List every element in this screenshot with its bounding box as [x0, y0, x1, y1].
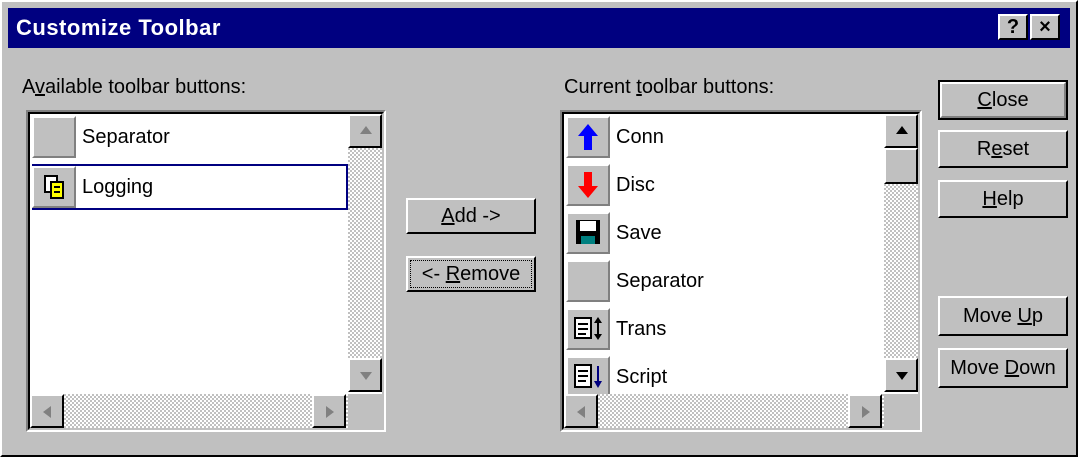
- question-mark-icon: ?: [1006, 16, 1020, 38]
- close-title-button[interactable]: ×: [1030, 14, 1060, 40]
- scroll-corner: [348, 394, 382, 428]
- horizontal-scrollbar[interactable]: [564, 394, 884, 428]
- available-buttons-list[interactable]: Separator Logging: [26, 110, 386, 432]
- list-item[interactable]: Separator: [566, 258, 878, 304]
- list-item-selected[interactable]: Logging: [32, 164, 348, 210]
- vertical-scrollbar[interactable]: [348, 114, 382, 392]
- title-bar[interactable]: Customize Toolbar ? ×: [8, 8, 1070, 48]
- scroll-thumb[interactable]: [884, 148, 918, 184]
- remove-button[interactable]: <- Remove: [406, 256, 536, 292]
- scroll-left-button[interactable]: [564, 394, 598, 428]
- right-arrow-icon: [862, 406, 870, 418]
- close-button[interactable]: Close: [938, 80, 1068, 120]
- horizontal-scrollbar[interactable]: [30, 394, 348, 428]
- left-arrow-icon: [577, 406, 585, 418]
- left-arrow-icon: [43, 406, 51, 418]
- down-arrow-icon: [896, 372, 908, 380]
- list-item[interactable]: Save: [566, 210, 878, 256]
- blank-icon: [566, 260, 610, 302]
- add-button[interactable]: Add ->: [406, 198, 536, 234]
- help-button[interactable]: Help: [938, 180, 1068, 218]
- close-icon: ×: [1039, 16, 1051, 38]
- customize-toolbar-dialog: Customize Toolbar ? × Available toolbar …: [0, 0, 1078, 457]
- down-arrow-icon: [360, 372, 372, 380]
- current-buttons-label: Current toolbar buttons:: [564, 76, 775, 98]
- reset-button[interactable]: Reset: [938, 130, 1068, 168]
- available-buttons-label: Available toolbar buttons:: [22, 76, 247, 98]
- scroll-up-button[interactable]: [348, 114, 382, 148]
- transfer-document-icon: [566, 308, 610, 350]
- floppy-disk-icon: [566, 212, 610, 254]
- blue-up-arrow-icon: [566, 116, 610, 158]
- scroll-left-button[interactable]: [30, 394, 64, 428]
- window-title: Customize Toolbar: [16, 15, 221, 40]
- move-down-button[interactable]: Move Down: [938, 348, 1068, 388]
- up-arrow-icon: [896, 126, 908, 134]
- list-item[interactable]: Conn: [566, 114, 878, 160]
- blank-icon: [32, 116, 76, 158]
- script-document-icon: [566, 356, 610, 398]
- scroll-down-button[interactable]: [884, 358, 918, 392]
- help-title-button[interactable]: ?: [998, 14, 1028, 40]
- scroll-right-button[interactable]: [848, 394, 882, 428]
- scroll-right-button[interactable]: [312, 394, 346, 428]
- scroll-up-button[interactable]: [884, 114, 918, 148]
- list-item[interactable]: Disc: [566, 162, 878, 208]
- list-item[interactable]: Trans: [566, 306, 878, 352]
- red-down-arrow-icon: [566, 164, 610, 206]
- logging-icon: [32, 166, 76, 208]
- right-arrow-icon: [326, 406, 334, 418]
- list-item[interactable]: Separator: [32, 114, 344, 160]
- scroll-down-button[interactable]: [348, 358, 382, 392]
- scroll-corner: [884, 394, 918, 428]
- current-buttons-list[interactable]: Conn Disc Save Separator Trans Script: [560, 110, 922, 432]
- move-up-button[interactable]: Move Up: [938, 296, 1068, 336]
- up-arrow-icon: [360, 126, 372, 134]
